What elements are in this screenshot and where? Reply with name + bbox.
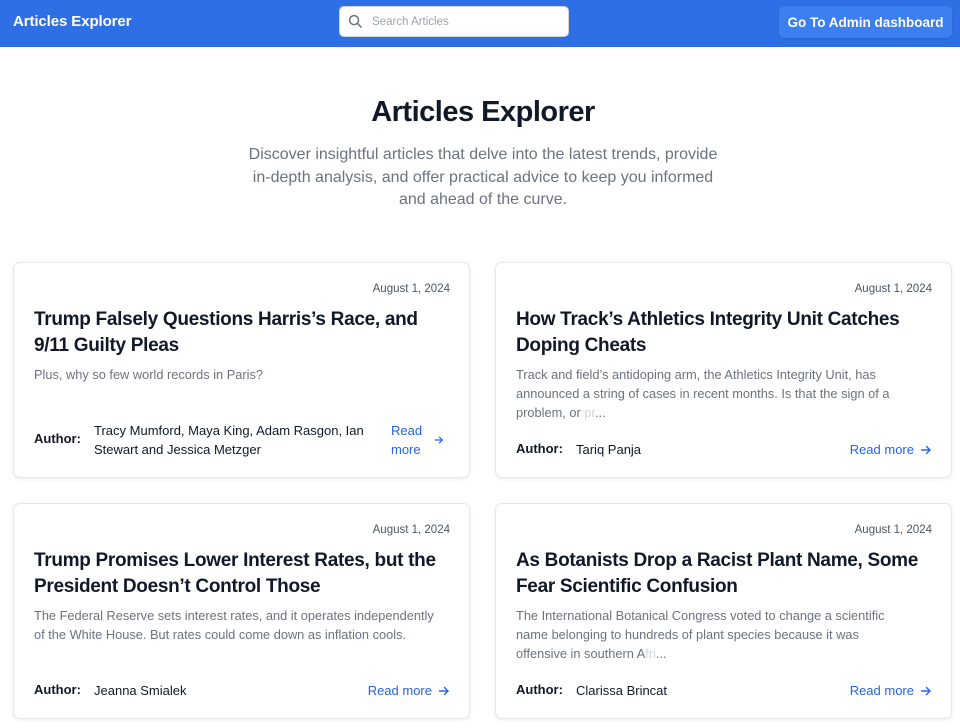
title-line: As Botanists Drop a Racist Plant Name, S… [516,550,919,571]
description-line: of the White House. But rates could come… [34,627,407,642]
page-title: Articles Explorer [371,96,595,128]
read-more-line: Read [391,423,423,438]
description-text: problem, or [516,405,585,420]
read-more-link[interactable]: Read more [850,681,932,700]
description-line: The International Botanical Congress vot… [516,608,885,623]
description-line: The Federal Reserve sets interest rates,… [34,608,434,623]
author-line: Tariq Panja [576,442,642,457]
description-line: name belonging to hundreds of plant spec… [516,627,859,642]
arrow-right-icon [438,685,450,697]
brand-title[interactable]: Articles Explorer [13,13,131,30]
read-more-link[interactable]: Read more [850,440,932,459]
description-text: offensive in southern A [516,646,646,661]
arrow-right-icon [920,444,932,456]
description-ellipsis: ... [594,405,606,420]
article-card[interactable]: August 1, 2024 Trump Promises Lower Inte… [13,503,470,719]
article-description: Track and field’s antidoping arm, the At… [516,365,936,422]
author-line: Jeanna Smialek [94,683,187,698]
arrow-right-icon [920,685,932,697]
author-name: Tariq Panja [576,440,641,459]
subtitle-line: and ahead of the curve. [398,191,568,208]
read-more-link[interactable]: Read more [391,421,444,459]
article-description: Plus, why so few world records in Paris? [34,365,454,384]
subtitle-line: in-depth analysis, and offer practical a… [252,168,714,186]
article-card[interactable]: August 1, 2024 As Botanists Drop a Racis… [495,503,952,719]
article-title[interactable]: As Botanists Drop a Racist Plant Name, S… [516,548,936,599]
author-line: Clarissa Brincat [576,683,668,698]
top-navbar: Articles Explorer Go To Admin dashboard [0,0,960,47]
read-more-text: Read more [849,442,914,457]
author-label: Author: [34,431,81,446]
description-line: problem, or pr... [516,403,936,422]
search-input[interactable] [372,15,562,28]
description-line: offensive in southern Afri... [516,644,936,663]
arrow-right-icon [434,435,444,445]
title-line: Trump Falsely Questions Harris’s Race, a… [34,309,418,330]
author-label: Author: [516,441,563,456]
read-more-line: more [391,442,421,457]
article-date: August 1, 2024 [372,524,450,536]
page-subtitle: Discover insightful articles that delve … [233,144,733,212]
author-line: Tracy Mumford, Maya King, Adam Rasgon, I… [94,423,364,438]
title-line: How Track’s Athletics Integrity Unit Cat… [516,309,900,330]
article-date: August 1, 2024 [854,524,932,536]
read-more-text: Read more [367,683,432,698]
search-box[interactable] [339,6,569,37]
article-title[interactable]: Trump Promises Lower Interest Rates, but… [34,548,454,599]
title-line: President Doesn’t Control Those [34,575,321,597]
read-more-text: Read more [391,421,422,459]
article-card[interactable]: August 1, 2024 How Track’s Athletics Int… [495,262,952,478]
title-line: 9/11 Guilty Pleas [34,334,179,356]
description-line: Track and field’s antidoping arm, the At… [516,367,876,382]
title-line: Doping Cheats [516,334,647,356]
subtitle-line: Discover insightful articles that delve … [248,146,718,163]
search-icon [346,13,364,31]
description-fade-text: pr [584,405,595,420]
author-label: Author: [516,682,563,697]
article-date: August 1, 2024 [854,283,932,295]
read-more-text: Read more [849,683,914,698]
admin-dashboard-button[interactable]: Go To Admin dashboard [779,6,952,38]
article-card[interactable]: August 1, 2024 Trump Falsely Questions H… [13,262,470,478]
article-date: August 1, 2024 [372,283,450,295]
author-name: Clarissa Brincat [576,681,667,700]
article-title[interactable]: How Track’s Athletics Integrity Unit Cat… [516,307,936,358]
description-fade-text: fri [645,646,656,661]
title-line: Fear Scientific Confusion [516,575,738,597]
title-line: Trump Promises Lower Interest Rates, but… [34,550,436,571]
article-description: The International Botanical Congress vot… [516,606,936,663]
article-title[interactable]: Trump Falsely Questions Harris’s Race, a… [34,307,454,358]
author-line: Stewart and Jessica Metzger [94,442,261,457]
author-name: Tracy Mumford, Maya King, Adam Rasgon, I… [94,421,384,459]
description-ellipsis: ... [655,646,667,661]
article-description: The Federal Reserve sets interest rates,… [34,606,454,644]
read-more-link[interactable]: Read more [368,681,450,700]
description-line: Plus, why so few world records in Paris? [34,367,264,382]
description-line: announced a string of cases in recent mo… [516,386,890,401]
author-label: Author: [34,682,81,697]
author-name: Jeanna Smialek [94,681,187,700]
